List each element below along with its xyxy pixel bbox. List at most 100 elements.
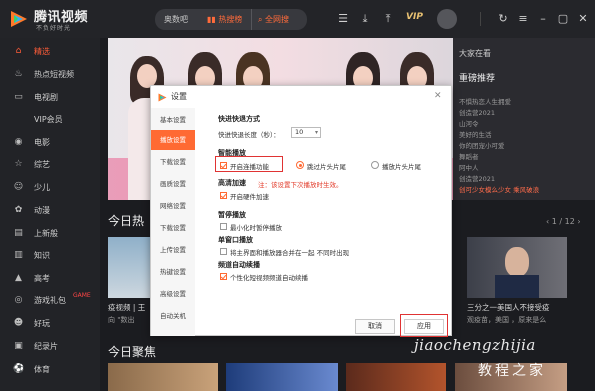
video-thumbnail[interactable]	[467, 237, 567, 298]
nav-item-upload[interactable]: 上传设置	[151, 240, 195, 260]
nav-item-advanced[interactable]: 高级设置	[151, 284, 195, 304]
settings-nav: 基本设置 播放设置 下载设置 画质设置 网络设置 下载设置 上传设置 热键设置 …	[151, 108, 195, 336]
section-title-focus: 今日聚焦	[108, 345, 157, 359]
avatar[interactable]	[437, 9, 457, 29]
play-intro-radio[interactable]	[371, 161, 379, 169]
nav-item-playback[interactable]: 播放设置	[151, 130, 195, 150]
nav-item-basic[interactable]: 基本设置	[151, 110, 195, 130]
sidebar-item-label: 动漫	[34, 206, 50, 215]
sidebar-item-anime[interactable]: ✿ 动漫	[0, 200, 100, 221]
skip-intro-radio[interactable]	[296, 161, 304, 169]
sidebar-item-label: 高考	[34, 274, 50, 283]
hw-accel-label: 开启硬件加速	[230, 193, 269, 201]
nav-item-autoshutdown[interactable]: 自动关机	[151, 306, 195, 326]
gamepad-icon: ◎	[14, 295, 23, 305]
close-icon[interactable]: ✕	[576, 12, 590, 26]
list-item[interactable]: 美好的生活	[459, 129, 492, 139]
page-indicator-text: 1 / 12	[551, 217, 575, 226]
sidebar-item-label: 纪录片	[34, 342, 58, 351]
watermark-chinese: 教程之家	[478, 363, 546, 379]
video-thumbnail[interactable]	[108, 363, 218, 391]
smile-icon: ☻	[13, 318, 24, 328]
list-item[interactable]: 不惧热恋人生拥爱	[459, 96, 511, 106]
sidebar-item-variety[interactable]: ☆ 综艺	[0, 154, 100, 175]
sidebar-item-documentary[interactable]: ▣ 纪录片	[0, 336, 100, 357]
nav-item-network[interactable]: 网络设置	[151, 196, 195, 216]
section-hw-accel: 高清加速	[218, 179, 246, 187]
list-item[interactable]: 创造营2021	[459, 173, 495, 183]
search-group: 奥数吧 ▮▮ 热搜榜 ⌕ 全网搜	[155, 9, 307, 30]
sidebar-item-new[interactable]: ▤ 上新般	[0, 223, 100, 244]
fire-icon: ♨	[14, 69, 23, 79]
nav-item-quality[interactable]: 画质设置	[151, 174, 195, 194]
hot-recommend-title: 重磅推荐	[459, 74, 496, 84]
sidebar-item-label: 综艺	[34, 160, 50, 169]
dialog-title: 设置	[171, 92, 187, 101]
watermark-latin: jiaochengzhijia	[414, 336, 536, 354]
fast-length-label: 快进快退长度（秒）：	[218, 131, 280, 139]
sidebar-item-fun[interactable]: ☻ 好玩	[0, 313, 100, 334]
person-face	[505, 247, 529, 277]
sidebar-item-knowledge[interactable]: ▥ 知识	[0, 245, 100, 266]
sidebar-item-kids[interactable]: ☺ 少儿	[0, 177, 100, 198]
sidebar-item-vip[interactable]: VIP会员	[0, 109, 100, 130]
vip-button[interactable]: VIP	[406, 12, 423, 22]
video-thumbnail[interactable]	[226, 363, 338, 391]
list-item[interactable]: 创造营2021	[459, 107, 495, 117]
star-icon: ☆	[14, 159, 23, 169]
sidebar-item-exam[interactable]: ▲ 高考	[0, 268, 100, 289]
video-thumbnail[interactable]	[346, 363, 446, 391]
hw-accel-note: 注：该设置下次播放时生效。	[258, 181, 343, 189]
cancel-button[interactable]: 取消	[355, 319, 395, 334]
nav-item-hotkey[interactable]: 热键设置	[151, 262, 195, 282]
section-title-today: 今日热	[108, 214, 145, 228]
page-indicator: ‹ 1 / 12 ›	[546, 217, 581, 226]
download-icon[interactable]: ⤓	[358, 12, 372, 26]
list-item[interactable]: 阿中人	[459, 162, 479, 172]
sidebar-item-tv[interactable]: ▭ 电视剧	[0, 87, 100, 108]
cap-icon: ▲	[15, 273, 22, 283]
sidebar-item-shorts[interactable]: ♨ 热点短视频	[0, 64, 100, 85]
topbar-divider	[480, 12, 481, 26]
sidebar-item-games[interactable]: ◎ 游戏礼包 GAME	[0, 290, 100, 311]
global-search-button[interactable]: ⌕ 全网搜	[251, 9, 307, 30]
doc-icon: ▣	[14, 341, 23, 351]
refresh-icon[interactable]: ↻	[496, 12, 510, 26]
sidebar-item-sports[interactable]: ⚽ 体育	[0, 359, 100, 380]
sidebar-item-featured[interactable]: ⌂ 精选	[0, 41, 100, 62]
nav-item-download-2[interactable]: 下载设置	[151, 218, 195, 238]
list-item[interactable]: 创可少女模么少女 乘风破浪	[459, 184, 539, 194]
single-window-checkbox[interactable]	[220, 248, 227, 255]
sidebar-item-label: VIP会员	[34, 115, 63, 124]
menu-icon[interactable]: ≡	[516, 12, 530, 26]
video-title[interactable]: 疫视频 | 王	[108, 302, 145, 313]
sidebar-item-label: 少儿	[34, 183, 50, 192]
sidebar-item-label: 游戏礼包	[34, 296, 66, 305]
fast-length-select[interactable]: 10 ▾	[291, 127, 321, 138]
upload-icon[interactable]: ⤒	[381, 12, 395, 26]
list-item[interactable]: 舞蹈者	[459, 151, 479, 161]
history-list-icon[interactable]: ☰	[336, 12, 350, 26]
hot-search-button[interactable]: ▮▮ 热搜榜	[205, 9, 251, 30]
list-item[interactable]: 山河令	[459, 118, 479, 128]
minimize-icon[interactable]: –	[536, 12, 550, 26]
tv-icon: ▭	[14, 92, 23, 102]
recommend-panel: 大家在看 重磅推荐 不惧热恋人生拥爱 创造营2021 山河令 美好的生活 你的团…	[453, 38, 595, 200]
settings-dialog: 设置 ✕ 基本设置 播放设置 下载设置 画质设置 网络设置 下载设置 上传设置 …	[150, 85, 452, 337]
sidebar-item-movie[interactable]: ◉ 电影	[0, 132, 100, 153]
app-logo-icon[interactable]	[8, 8, 30, 30]
close-icon[interactable]: ✕	[434, 91, 442, 101]
video-title[interactable]: 三分之一美国人不接受疫	[467, 302, 550, 313]
top-bar: 腾讯视频 不负好时光 奥数吧 ▮▮ 热搜榜 ⌕ 全网搜 ☰ ⤓ ⤒ VIP ↻ …	[0, 0, 595, 38]
hw-accel-checkbox[interactable]	[220, 192, 227, 199]
minimize-pause-label: 最小化时暂停播放	[230, 224, 282, 232]
nav-item-download[interactable]: 下载设置	[151, 152, 195, 172]
minimize-pause-checkbox[interactable]	[220, 223, 227, 230]
list-item[interactable]: 你的团宠小可爱	[459, 140, 505, 150]
search-input[interactable]: 奥数吧	[155, 9, 205, 30]
maximize-icon[interactable]: ▢	[556, 12, 570, 26]
highlight-box	[400, 314, 448, 337]
auto-continue-checkbox[interactable]	[220, 273, 227, 280]
global-search-label: 全网搜	[265, 15, 290, 24]
video-thumbnail[interactable]	[108, 237, 150, 298]
